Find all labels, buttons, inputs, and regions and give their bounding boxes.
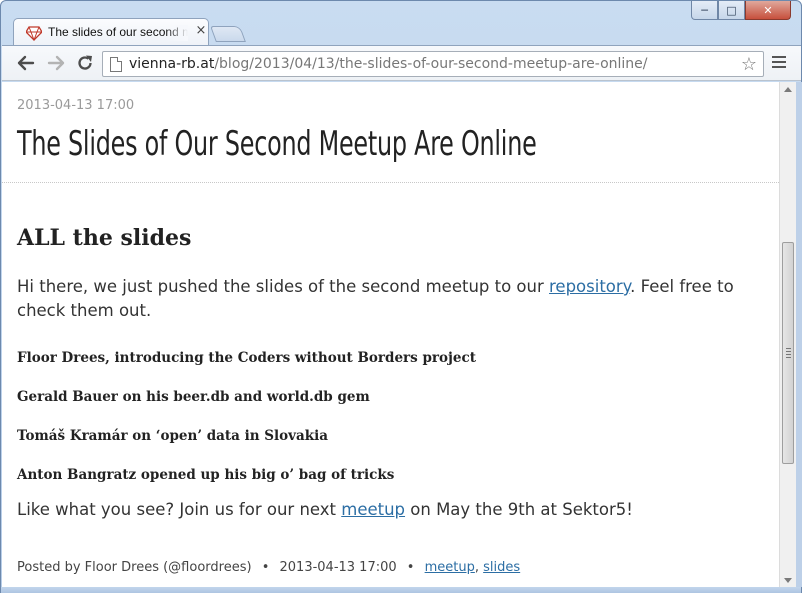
tag-meetup-link[interactable]: meetup <box>425 560 475 575</box>
grip-icon <box>786 348 791 360</box>
tab-title: The slides of our second meetup are onli… <box>48 25 188 41</box>
footer-date: 2013-04-13 17:00 <box>279 560 397 575</box>
page-title: The Slides of Our Second Meetup Are Onli… <box>17 124 537 164</box>
address-bar[interactable]: vienna-rb.at/blog/2013/04/13/the-slides-… <box>102 51 764 77</box>
star-icon[interactable]: ☆ <box>741 54 757 75</box>
post-date: 2013-04-13 17:00 <box>17 98 135 113</box>
intro-paragraph: Hi there, we just pushed the slides of t… <box>17 275 767 323</box>
divider <box>2 182 779 183</box>
tab-active[interactable]: The slides of our second meetup are onli… <box>13 18 209 46</box>
scroll-up-icon[interactable] <box>784 87 792 92</box>
scroll-down-icon[interactable] <box>784 578 792 583</box>
url-path: /blog/2013/04/13/the-slides-of-our-secon… <box>214 56 648 72</box>
browser-window: The slides of our second meetup are onli… <box>0 0 802 593</box>
vertical-scrollbar[interactable] <box>779 82 796 587</box>
back-arrow-icon[interactable] <box>14 52 38 74</box>
bullet-separator: • <box>406 560 415 575</box>
intro-text-start: Hi there, we just pushed the slides of t… <box>17 277 550 296</box>
window-frame-right <box>796 82 802 587</box>
post-footer: Posted by Floor Drees (@floordrees) • 20… <box>17 560 520 575</box>
hamburger-menu-icon[interactable] <box>772 56 786 71</box>
page-viewport: 2013-04-13 17:00 The Slides of Our Secon… <box>2 82 779 587</box>
meetup-link[interactable]: meetup <box>341 500 405 519</box>
talk-item: Floor Drees, introducing the Coders with… <box>17 350 476 366</box>
maximize-button[interactable]: □ <box>718 1 745 20</box>
cta-text-end: on May the 9th at Sektor5! <box>405 500 633 519</box>
url-text[interactable]: vienna-rb.at/blog/2013/04/13/the-slides-… <box>129 56 648 72</box>
talk-item: Tomáš Kramár on ‘open’ data in Slovakia <box>17 428 328 444</box>
window-controls: ─ □ ✕ <box>691 1 791 21</box>
reload-icon[interactable] <box>73 52 97 74</box>
talk-item: Anton Bangratz opened up his big o’ bag … <box>17 467 395 483</box>
call-to-action: Like what you see? Join us for our next … <box>17 500 633 519</box>
scrollbar-thumb[interactable] <box>782 242 794 464</box>
new-tab-button[interactable] <box>210 26 246 42</box>
posted-by: Posted by Floor Drees (@floordrees) <box>17 560 252 575</box>
minimize-button[interactable]: ─ <box>691 1 718 20</box>
close-window-button[interactable]: ✕ <box>745 1 791 20</box>
cta-text-start: Like what you see? Join us for our next <box>17 500 342 519</box>
repository-link[interactable]: repository <box>549 277 630 296</box>
talk-item: Gerald Bauer on his beer.db and world.db… <box>17 389 370 405</box>
url-host: vienna-rb.at <box>129 56 215 72</box>
section-heading: ALL the slides <box>17 225 192 251</box>
window-frame-bottom <box>1 587 801 593</box>
tag-slides-link[interactable]: slides <box>483 560 520 575</box>
tag-separator: , <box>474 560 479 575</box>
browser-toolbar: vienna-rb.at/blog/2013/04/13/the-slides-… <box>2 45 801 81</box>
bullet-separator: • <box>261 560 270 575</box>
forward-arrow-icon[interactable] <box>44 52 68 74</box>
ruby-gem-icon <box>26 26 42 41</box>
page-icon <box>110 57 122 72</box>
close-icon[interactable]: × <box>194 23 208 39</box>
title-bar: The slides of our second meetup are onli… <box>1 1 801 46</box>
